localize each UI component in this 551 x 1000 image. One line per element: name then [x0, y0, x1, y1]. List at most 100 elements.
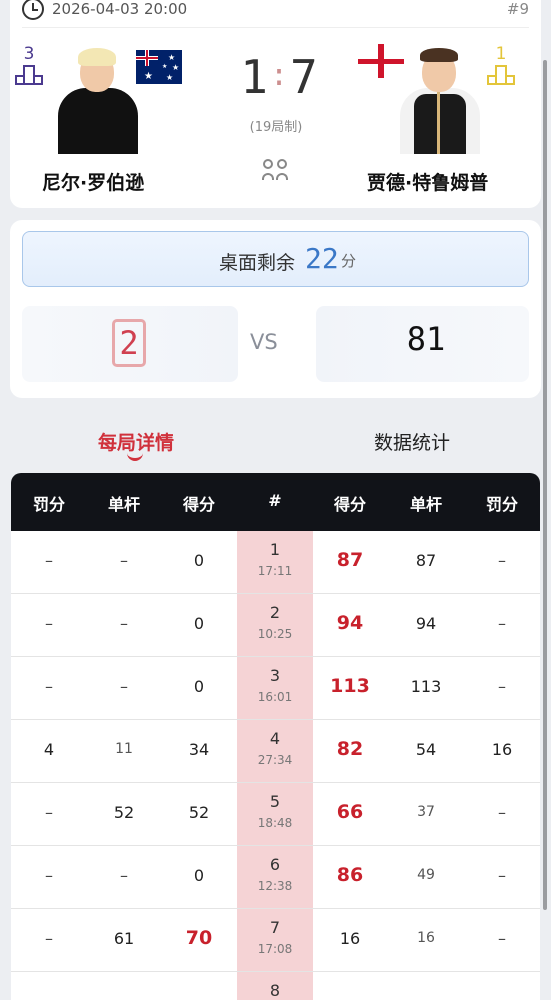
frame-duration: 10:25	[257, 627, 293, 641]
left-score-cell: 52	[188, 803, 210, 822]
tab-statistics[interactable]: 数据统计	[374, 428, 450, 455]
left-foul-cell: –	[45, 551, 53, 570]
left-player-name[interactable]: 尼尔·罗伯逊	[42, 168, 144, 195]
frame-number: 1	[269, 540, 281, 559]
header-right-foul: 罚分	[485, 495, 518, 514]
left-rank-number: 3	[23, 44, 35, 64]
header-frame-number: #	[268, 491, 282, 510]
match-number: #9	[506, 0, 529, 18]
table-row[interactable]: – – 0 113 113 – 3 16:01	[11, 657, 540, 720]
right-foul-cell: –	[498, 677, 506, 696]
left-foul-cell: 4	[43, 740, 55, 759]
table-row[interactable]: – – 0 87 87 – 1 17:11	[11, 531, 540, 594]
frame-number: 2	[269, 603, 281, 622]
header-left-score: 得分	[182, 495, 215, 514]
left-score-cell: 70	[185, 927, 213, 949]
header-right-score: 得分	[333, 495, 366, 514]
frame-number: 8	[269, 981, 281, 1000]
right-score-cell: 87	[336, 549, 364, 571]
match-datetime: 2026-04-03 20:00	[52, 0, 188, 18]
right-player-name[interactable]: 贾德·特鲁姆普	[367, 168, 488, 195]
right-player-rank: 1	[486, 44, 516, 85]
frame-duration: 18:48	[257, 816, 293, 830]
head-to-head-icon[interactable]	[262, 156, 288, 182]
podium-icon	[15, 65, 43, 85]
active-tab-indicator	[127, 453, 143, 461]
current-frame-card: 桌面剩余 22 分 2 81	[10, 220, 541, 398]
right-break-cell: 37	[417, 804, 435, 820]
score-separator: :	[269, 58, 291, 93]
frame-number: 3	[269, 666, 281, 685]
left-foul-cell: –	[45, 677, 53, 696]
remaining-value: 22	[305, 242, 339, 275]
best-of-label: (19局制)	[249, 120, 303, 135]
left-player-photo[interactable]	[50, 48, 146, 166]
frame-number: 5	[269, 792, 281, 811]
right-score-cell: 82	[336, 738, 364, 760]
right-foul-cell: –	[498, 614, 506, 633]
left-break-cell: –	[120, 551, 128, 570]
left-player-rank: 3	[14, 44, 44, 85]
left-score-cell: 34	[188, 740, 210, 759]
right-score-cell: 16	[339, 929, 361, 948]
match-header: 2026-04-03 20:00 #9	[22, 0, 529, 28]
tab-frame-details[interactable]: 每局详情	[98, 428, 174, 455]
remaining-label: 桌面剩余	[219, 252, 296, 274]
left-foul-cell: –	[45, 614, 53, 633]
remaining-points-bar: 桌面剩余 22 分	[22, 231, 529, 287]
left-frame-panel: 2	[22, 306, 238, 382]
right-foul-cell: –	[498, 803, 506, 822]
table-row[interactable]: – – 0 86 49 – 6 12:38	[11, 846, 540, 909]
left-score-cell: 0	[193, 551, 205, 570]
right-match-score: 7	[290, 50, 320, 104]
right-break-cell: 16	[417, 930, 435, 946]
table-row[interactable]: – – 0 94 94 – 2 10:25	[11, 594, 540, 657]
right-frame-panel: 81	[316, 306, 529, 382]
right-score-cell: 66	[336, 801, 364, 823]
left-break-cell: –	[120, 866, 128, 885]
left-foul-cell: –	[45, 929, 53, 948]
header-left-foul: 罚分	[32, 495, 65, 514]
frames-table: 罚分 单杆 得分 # 得分 单杆 罚分 – –0 87 87–1 17:11– –0 94 9…	[11, 473, 540, 1000]
left-score-cell: 0	[193, 866, 205, 885]
left-break-cell: 61	[113, 929, 135, 948]
left-score-cell: 0	[193, 614, 205, 633]
right-rank-number: 1	[495, 44, 507, 64]
table-row[interactable]: – 52 52 66 37 – 5 18:48	[11, 783, 540, 846]
frame-duration: 12:38	[257, 879, 293, 893]
frame-number: 4	[269, 729, 281, 748]
scrollbar[interactable]	[543, 60, 547, 910]
frame-number: 7	[269, 918, 281, 937]
right-score-cell: 86	[336, 864, 364, 886]
frame-duration: 27:34	[257, 753, 293, 767]
left-break-cell: 52	[113, 803, 135, 822]
right-foul-cell: –	[498, 929, 506, 948]
right-break-cell: 94	[415, 614, 437, 633]
right-break-cell: 113	[410, 677, 442, 696]
frame-number: 6	[269, 855, 281, 874]
right-foul-cell: 16	[491, 740, 513, 759]
table-row[interactable]: – 61 70 16 16 – 7 17:08	[11, 909, 540, 972]
left-foul-cell: –	[45, 803, 53, 822]
table-header: 罚分 单杆 得分 # 得分 单杆 罚分	[11, 473, 540, 531]
table-row[interactable]: 8	[11, 972, 540, 1000]
right-foul-cell: –	[498, 866, 506, 885]
table-row[interactable]: 4 11 34 82 54 16 4 27:34	[11, 720, 540, 783]
frame-duration: 17:08	[257, 942, 293, 956]
right-player-photo[interactable]	[392, 48, 488, 166]
left-foul-cell: –	[45, 866, 53, 885]
left-match-score: 1	[240, 50, 270, 104]
right-foul-cell: –	[498, 551, 506, 570]
left-frame-score: 2	[112, 319, 146, 367]
match-score: 1:7	[240, 50, 320, 104]
left-break-cell: 11	[115, 741, 133, 757]
left-score-cell: 0	[193, 677, 205, 696]
header-right-break: 单杆	[409, 495, 442, 514]
right-score-cell: 94	[336, 612, 364, 634]
left-break-cell: –	[120, 614, 128, 633]
header-left-break: 单杆	[107, 495, 140, 514]
right-break-cell: 54	[415, 740, 437, 759]
clock-icon	[22, 0, 44, 20]
remaining-unit: 分	[341, 252, 357, 270]
frame-duration: 17:11	[257, 564, 293, 578]
